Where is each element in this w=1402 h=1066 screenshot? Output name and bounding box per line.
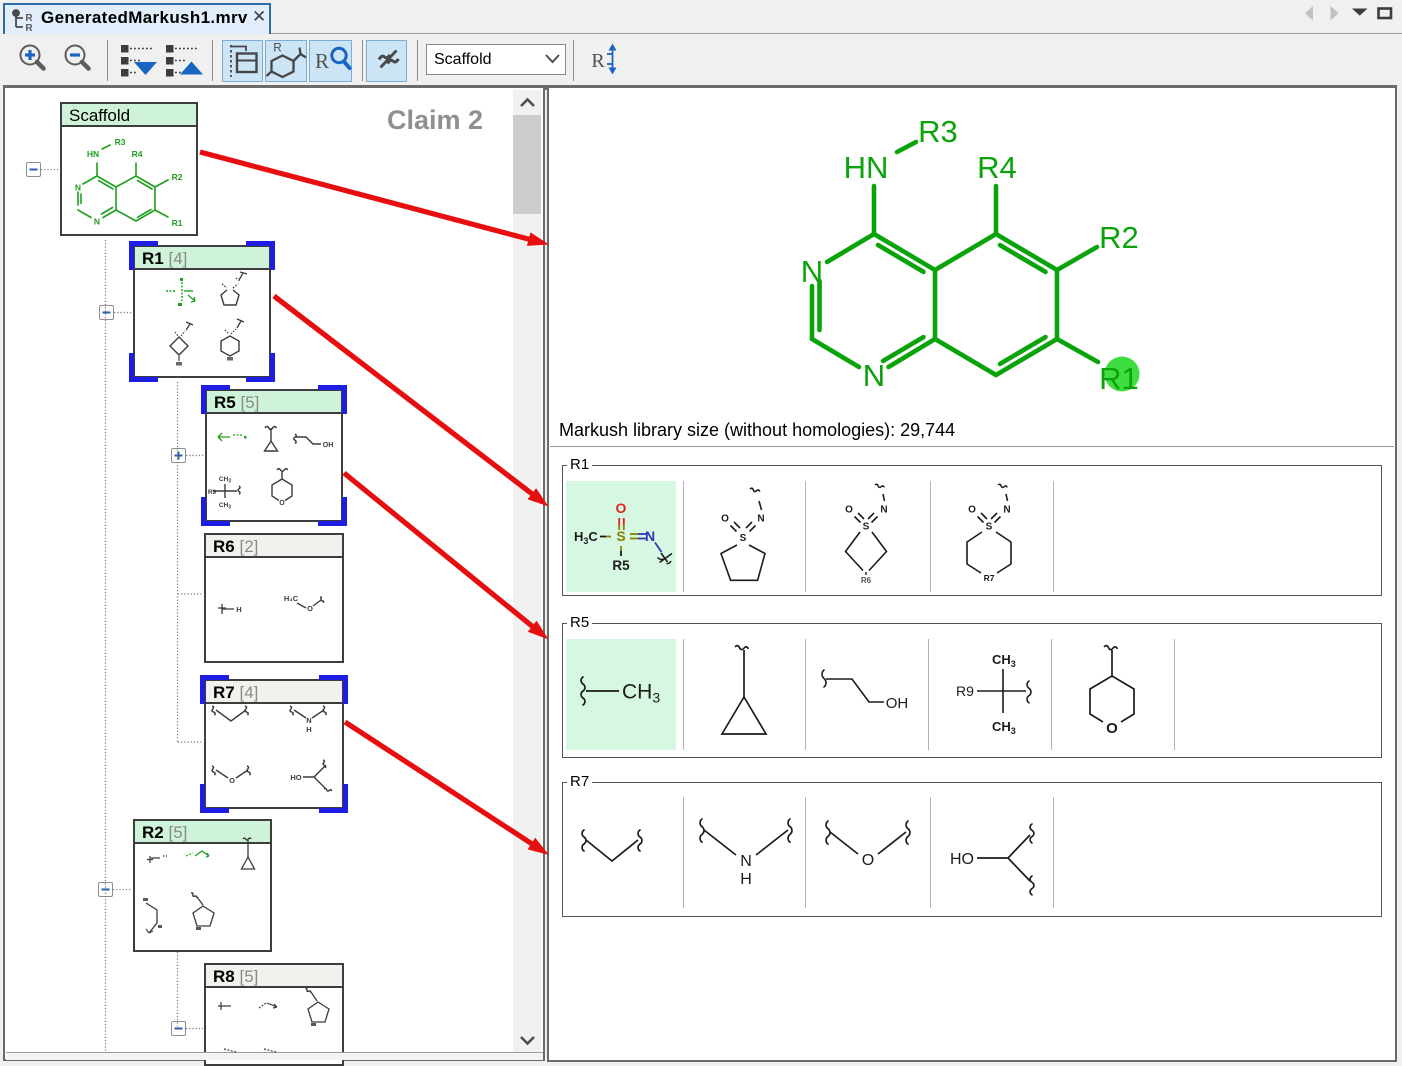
svg-text:R: R [591, 50, 605, 72]
